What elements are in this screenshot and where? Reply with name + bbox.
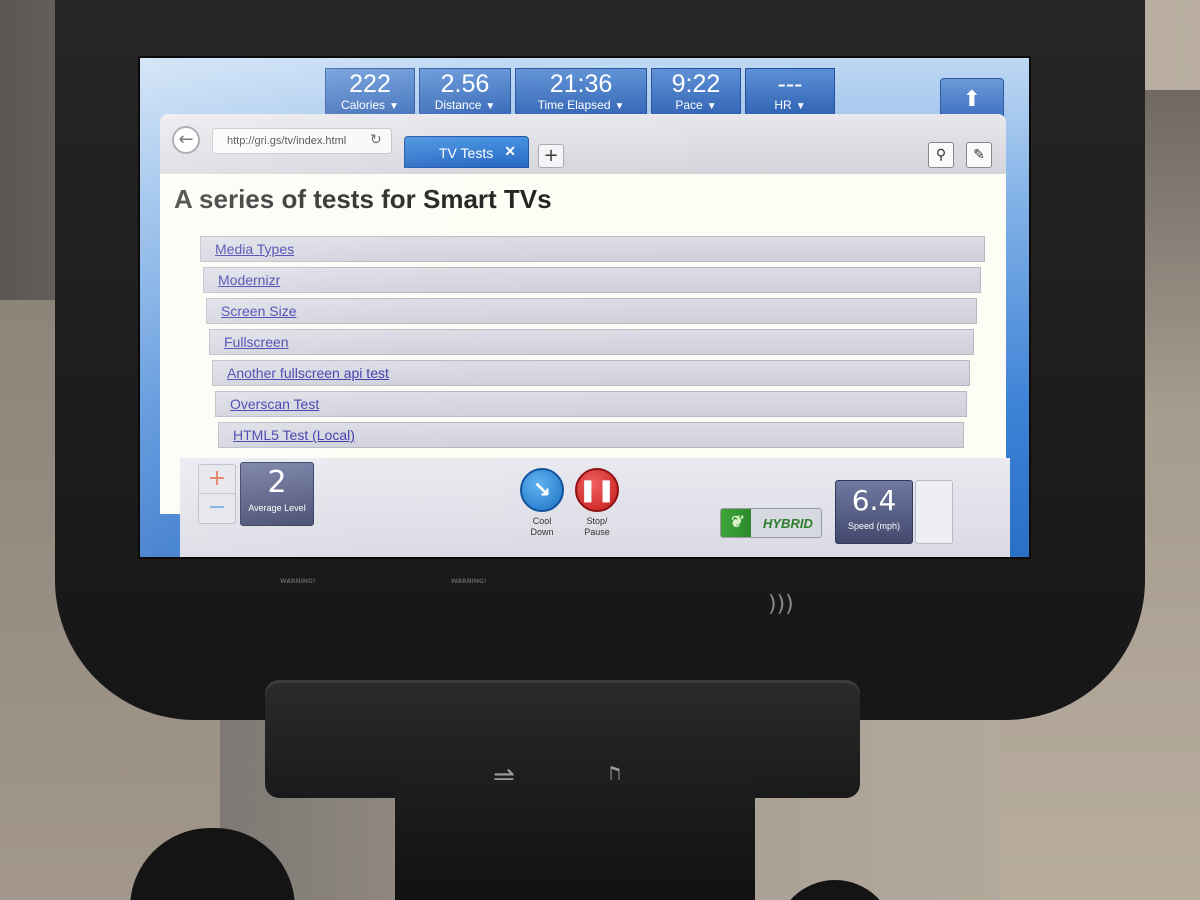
caret-down-icon: ▼ bbox=[795, 101, 806, 112]
cool-down-label: Cool Down bbox=[530, 516, 554, 537]
stat-value: 9:22 bbox=[671, 70, 721, 98]
level-minus-button[interactable]: − bbox=[199, 494, 235, 522]
close-tab-icon[interactable]: ✕ bbox=[504, 143, 516, 160]
caret-down-icon: ▼ bbox=[485, 101, 496, 112]
link-screen-size[interactable]: Screen Size bbox=[221, 303, 296, 319]
list-item[interactable]: Another fullscreen api test bbox=[212, 360, 970, 386]
caret-down-icon: ▼ bbox=[614, 101, 625, 112]
link-another-fullscreen[interactable]: Another fullscreen api test bbox=[227, 365, 389, 381]
touch-screen: 222 Calories ▼ 2.56 Distance ▼ 21:36 Time … bbox=[138, 56, 1031, 559]
level-plus-button[interactable]: + bbox=[199, 465, 235, 494]
list-item[interactable]: Screen Size bbox=[206, 298, 977, 324]
stat-time-elapsed[interactable]: 21:36 Time Elapsed ▼ bbox=[515, 68, 647, 118]
page-title: A series of tests for Smart TVs bbox=[174, 184, 552, 214]
leaf-icon: ❦ bbox=[729, 514, 743, 531]
back-button[interactable]: ← bbox=[172, 126, 200, 154]
level-display: 2 Average Level bbox=[240, 462, 314, 526]
stat-distance[interactable]: 2.56 Distance ▼ bbox=[419, 68, 511, 118]
speed-stepper[interactable] bbox=[915, 480, 953, 544]
workout-controls: + − 2 Average Level ↘ Cool Down ❚❚ Stop/P… bbox=[180, 458, 1010, 557]
stop-pause-label: Stop/Pause bbox=[584, 516, 610, 537]
list-item[interactable]: Fullscreen bbox=[209, 329, 974, 355]
link-html5-test[interactable]: HTML5 Test (Local) bbox=[233, 427, 355, 443]
stat-value: 21:36 bbox=[549, 70, 613, 98]
browser-toolbar: ← http://gri.gs/tv/index.html ↻ TV Tests… bbox=[160, 114, 1006, 174]
browser-window: ← http://gri.gs/tv/index.html ↻ TV Tests… bbox=[160, 114, 1006, 514]
speed-display: 6.4 Speed (mph) bbox=[835, 480, 913, 544]
level-value: 2 bbox=[267, 465, 287, 500]
stat-pace[interactable]: 9:22 Pace ▼ bbox=[651, 68, 741, 118]
stat-label: HR ▼ bbox=[774, 98, 806, 112]
caret-down-icon: ▼ bbox=[706, 101, 717, 112]
tab-label: TV Tests bbox=[439, 145, 494, 161]
caret-down-icon: ▼ bbox=[389, 101, 399, 112]
cool-down-icon: ↘ bbox=[532, 478, 552, 503]
stat-label: Pace ▼ bbox=[675, 98, 717, 112]
search-icon[interactable]: ⚲ bbox=[928, 142, 954, 168]
list-item[interactable]: Media Types bbox=[200, 236, 985, 262]
cool-down-button[interactable]: ↘ bbox=[520, 468, 564, 512]
stat-calories[interactable]: 222 Calories ▼ bbox=[325, 68, 415, 118]
nfc-icon: ))) bbox=[768, 592, 794, 617]
list-item[interactable]: Overscan Test bbox=[215, 391, 967, 417]
warning-heading-1: WARNING! bbox=[280, 578, 316, 585]
warning-heading-2: WARNING! bbox=[451, 578, 487, 585]
speed-label: Speed (mph) bbox=[847, 521, 901, 531]
console-stem bbox=[395, 780, 755, 900]
right-handle bbox=[775, 880, 895, 900]
link-media-types[interactable]: Media Types bbox=[215, 241, 294, 257]
pause-icon: ❚❚ bbox=[578, 478, 616, 503]
warning-label: WARNING! WARNING! bbox=[280, 578, 610, 630]
link-fullscreen[interactable]: Fullscreen bbox=[224, 334, 289, 350]
stat-value: 222 bbox=[349, 70, 391, 98]
arrow-up-icon: ⬆ bbox=[962, 87, 982, 112]
stats-bar: 222 Calories ▼ 2.56 Distance ▼ 21:36 Time … bbox=[325, 68, 835, 118]
tab-tv-tests[interactable]: TV Tests ✕ bbox=[404, 136, 529, 168]
link-modernizr[interactable]: Modernizr bbox=[218, 272, 280, 288]
new-tab-button[interactable]: + bbox=[538, 144, 564, 168]
stat-label: Calories ▼ bbox=[341, 98, 399, 112]
stat-value: 2.56 bbox=[440, 70, 490, 98]
stat-label: Distance ▼ bbox=[434, 98, 496, 112]
level-stepper[interactable]: + − bbox=[198, 464, 236, 524]
arrow-left-icon: ← bbox=[178, 129, 194, 150]
hybrid-badge[interactable]: ❦ HYBRID bbox=[720, 508, 822, 538]
hybrid-label: HYBRID bbox=[763, 516, 813, 531]
edit-icon[interactable]: ✎ bbox=[966, 142, 992, 168]
link-overscan-test[interactable]: Overscan Test bbox=[230, 396, 319, 412]
level-label: Average Level bbox=[248, 503, 306, 513]
stat-value: --- bbox=[777, 70, 803, 98]
speed-value: 6.4 bbox=[851, 484, 897, 517]
stop-pause-button[interactable]: ❚❚ bbox=[575, 468, 619, 512]
list-item[interactable]: Modernizr bbox=[203, 267, 981, 293]
list-item[interactable]: HTML5 Test (Local) bbox=[218, 422, 964, 448]
stat-hr[interactable]: --- HR ▼ bbox=[745, 68, 835, 118]
stat-label: Time Elapsed ▼ bbox=[537, 98, 625, 112]
reload-icon[interactable]: ↻ bbox=[370, 132, 382, 148]
url-field[interactable]: http://gri.gs/tv/index.html bbox=[212, 128, 392, 154]
